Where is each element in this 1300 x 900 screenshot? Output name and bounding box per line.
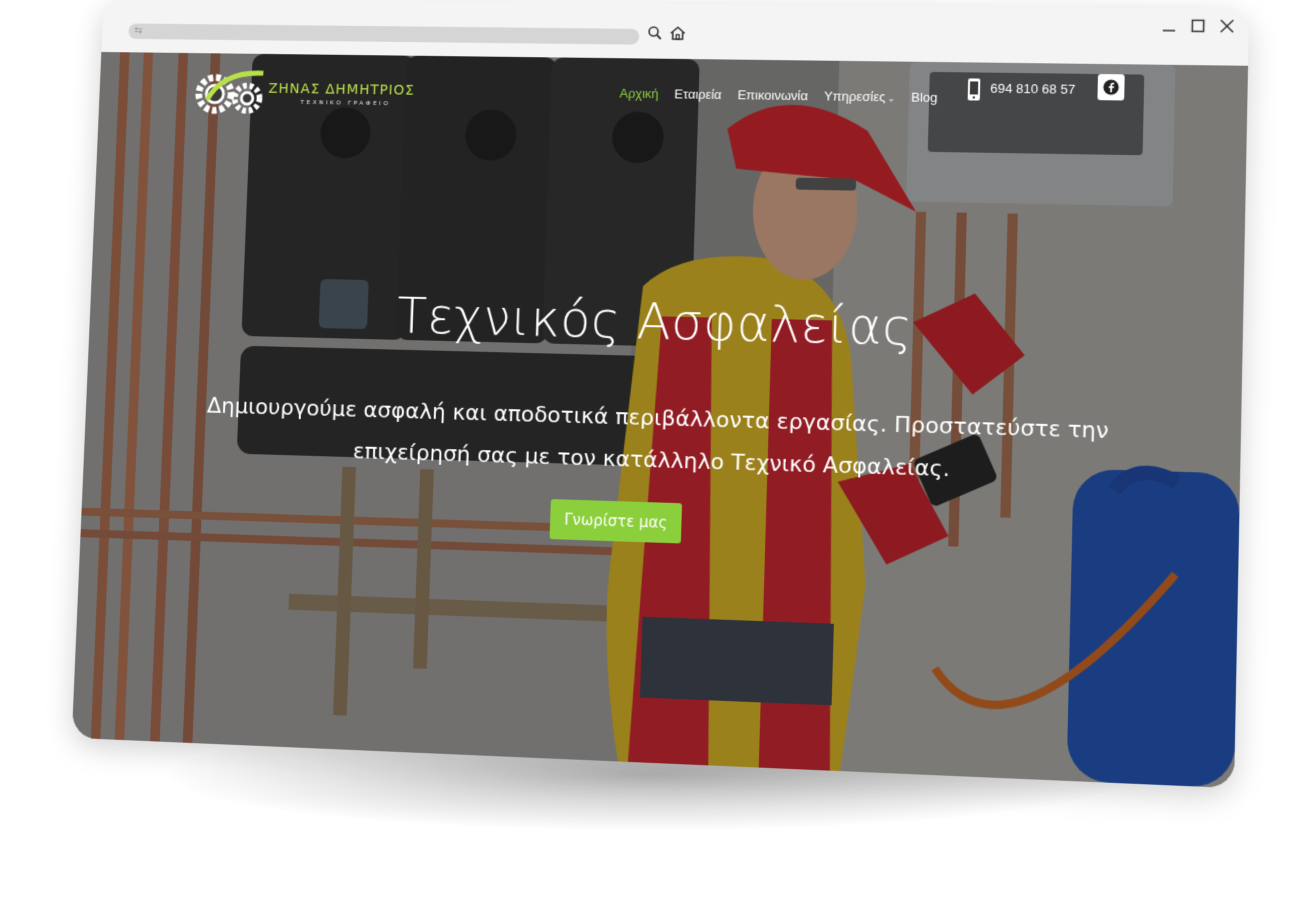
minimize-icon[interactable] [1162, 18, 1177, 32]
maximize-icon[interactable] [1191, 19, 1206, 33]
address-bar[interactable]: ⇆ [128, 23, 640, 45]
chevron-down-icon: ⌄ [887, 93, 896, 104]
window-controls [1162, 18, 1235, 33]
nav-blog[interactable]: Blog [911, 90, 938, 105]
browser-window: ⇆ ΖΗΝΑΣ ΔΗΜΗΤΡΙΟΣ ΤΕΧΝΙΚΟ ΓΡΑΦΕΙΟ Αρχική… [71, 0, 1250, 789]
nav-contact[interactable]: Επικοινωνία [737, 87, 808, 103]
url-tune-icon: ⇆ [134, 25, 143, 37]
home-icon[interactable] [668, 25, 686, 46]
learn-more-button[interactable]: Γνωρίστε μας [549, 499, 683, 544]
main-menu: Αρχική Εταιρεία Επικοινωνία Υπηρεσίες ⌄ B… [619, 86, 937, 105]
logo-name[interactable]: ΖΗΝΑΣ ΔΗΜΗΤΡΙΟΣ [268, 81, 415, 99]
logo-tagline: ΤΕΧΝΙΚΟ ΓΡΑΦΕΙΟ [300, 99, 391, 108]
phone-icon [967, 78, 981, 101]
nav-services-label: Υπηρεσίες [823, 88, 886, 105]
nav-home[interactable]: Αρχική [619, 86, 658, 101]
hero-section: ΖΗΝΑΣ ΔΗΜΗΤΡΙΟΣ ΤΕΧΝΙΚΟ ΓΡΑΦΕΙΟ Αρχική Ε… [71, 51, 1249, 789]
phone-number[interactable]: 694 810 68 57 [990, 81, 1075, 97]
nav-company[interactable]: Εταιρεία [674, 86, 722, 101]
nav-services[interactable]: Υπηρεσίες ⌄ [824, 88, 895, 104]
close-icon[interactable] [1220, 19, 1235, 33]
facebook-icon [1103, 79, 1119, 95]
search-icon[interactable] [647, 25, 663, 46]
gear-logo-icon[interactable] [193, 67, 269, 120]
facebook-button[interactable] [1097, 74, 1125, 101]
